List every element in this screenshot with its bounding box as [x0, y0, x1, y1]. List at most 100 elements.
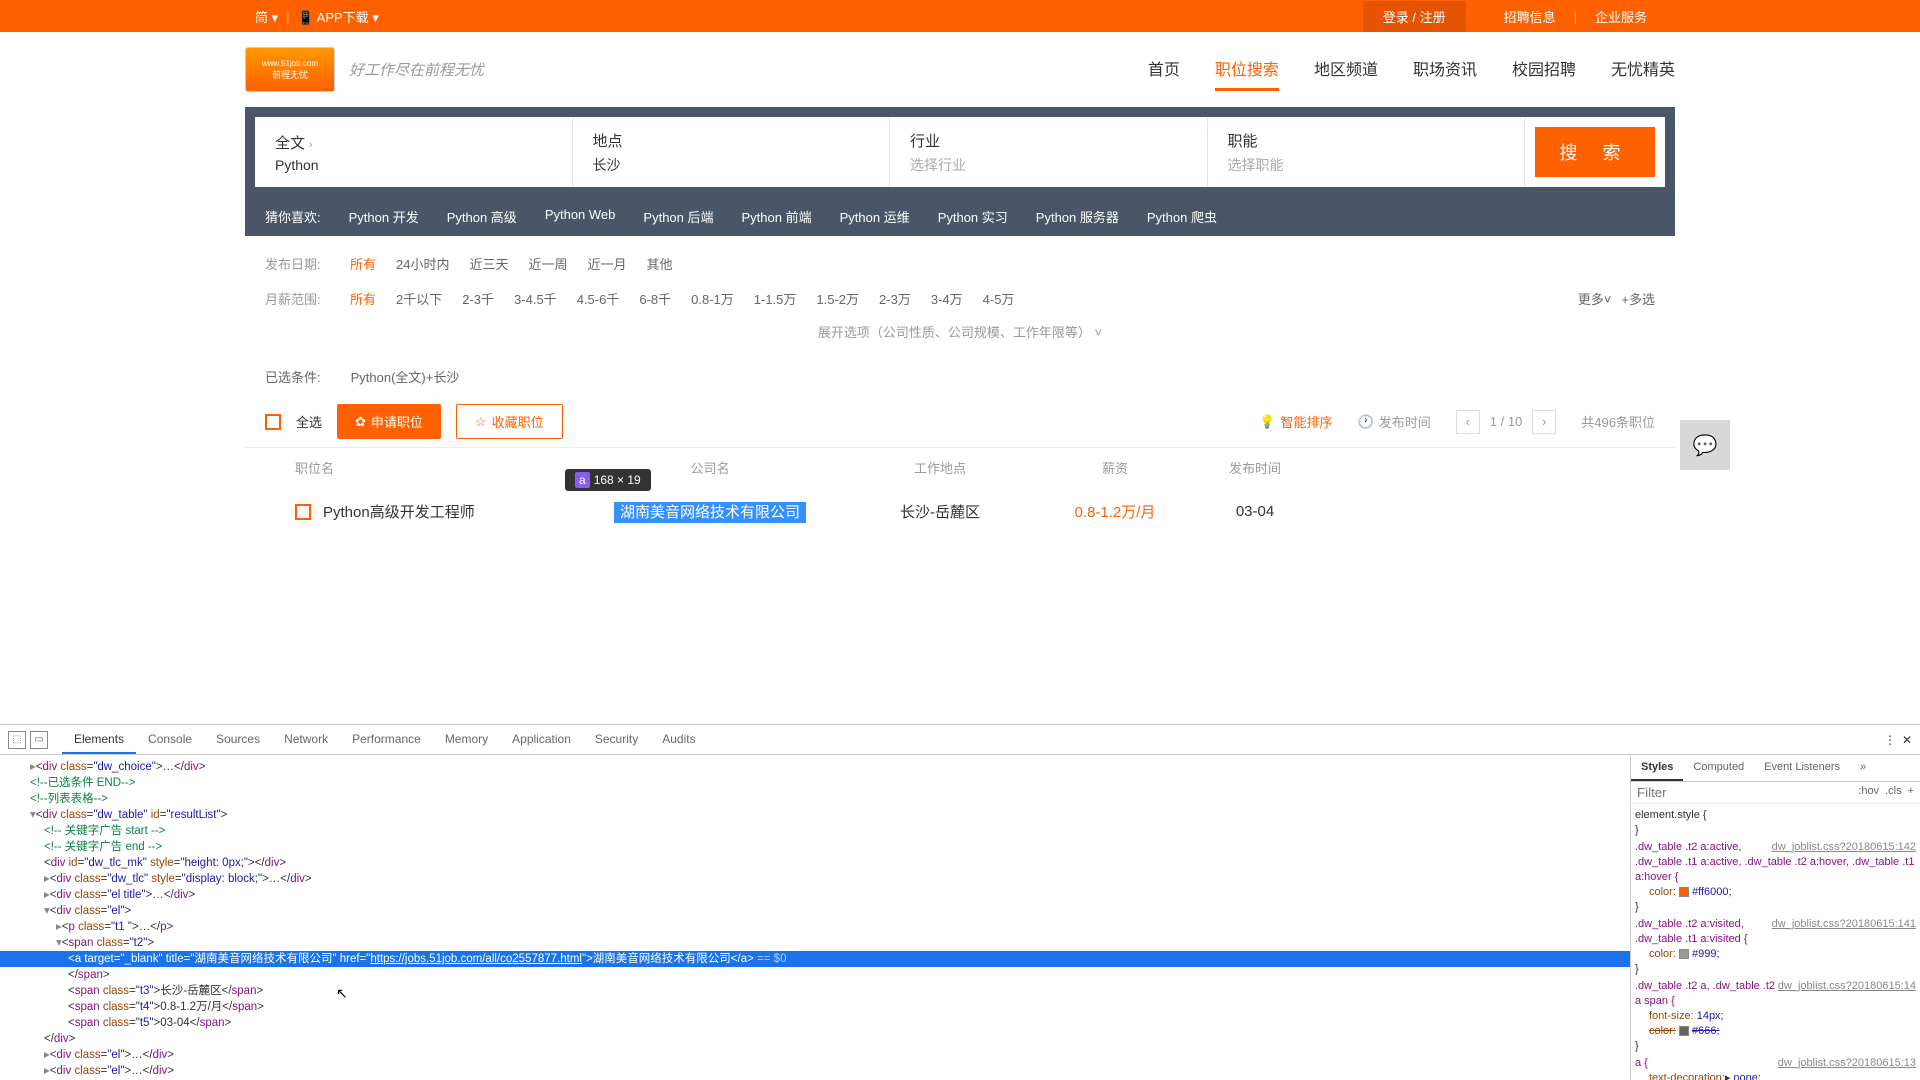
suggestion-link[interactable]: Python 后端	[643, 207, 713, 226]
stab-more-icon[interactable]: »	[1850, 755, 1876, 781]
multi-select-link[interactable]: +多选	[1621, 289, 1655, 308]
suggestion-link[interactable]: Python 高级	[447, 207, 517, 226]
bulb-icon: 💡	[1259, 414, 1275, 430]
nav-region[interactable]: 地区频道	[1314, 48, 1378, 91]
styles-sidebar: Styles Computed Event Listeners » :hov .…	[1630, 755, 1920, 1080]
prev-page-button[interactable]: ‹	[1456, 410, 1480, 434]
recruit-info-link[interactable]: 招聘信息	[1486, 7, 1574, 26]
tab-audits[interactable]: Audits	[650, 726, 707, 754]
devtools-close-icon[interactable]: ✕	[1902, 733, 1912, 747]
filter-input[interactable]	[1637, 785, 1852, 800]
field-placeholder: 选择行业	[910, 155, 1187, 175]
filter-more: 更多˅ +多选	[1578, 289, 1655, 308]
more-link[interactable]: 更多˅	[1578, 289, 1612, 308]
filter-option[interactable]: 3-4万	[931, 289, 963, 308]
tab-application[interactable]: Application	[500, 726, 583, 754]
filter-option[interactable]: 1-1.5万	[754, 289, 797, 308]
filter-option[interactable]: 0.8-1万	[691, 289, 734, 308]
next-page-button[interactable]: ›	[1532, 410, 1556, 434]
inspect-element-icon[interactable]: ⬚	[8, 731, 26, 749]
filter-option[interactable]: 2千以下	[396, 289, 442, 308]
devtools-inspect-tooltip: a168 × 19	[565, 469, 651, 491]
suggestion-link[interactable]: Python 服务器	[1036, 207, 1119, 226]
tab-elements[interactable]: Elements	[62, 726, 136, 754]
expand-options[interactable]: 展开选项（公司性质、公司规模、工作年限等） ˅	[245, 316, 1675, 347]
filter-option[interactable]: 3-4.5千	[514, 289, 557, 308]
search-field-function[interactable]: 职能 选择职能	[1208, 117, 1526, 187]
select-all-label: 全选	[296, 412, 322, 431]
nav-jobsearch[interactable]: 职位搜索	[1215, 48, 1279, 91]
suggestion-link[interactable]: Python 爬虫	[1147, 207, 1217, 226]
suggestions-label: 猜你喜欢:	[265, 207, 321, 226]
site-logo[interactable]: www.51job.com 前程无忧	[245, 47, 335, 92]
sort-smart[interactable]: 💡智能排序	[1259, 412, 1332, 431]
chat-button[interactable]: 💬	[1680, 420, 1730, 470]
add-rule-icon[interactable]: +	[1908, 785, 1914, 800]
main-nav: 首页 职位搜索 地区频道 职场资讯 校园招聘 无忧精英	[1148, 48, 1675, 91]
filter-option[interactable]: 24小时内	[396, 254, 449, 273]
filter-option[interactable]: 其他	[647, 254, 673, 273]
filter-option[interactable]: 2-3千	[462, 289, 494, 308]
filter-option[interactable]: 近一周	[529, 254, 568, 273]
tab-console[interactable]: Console	[136, 726, 204, 754]
nav-news[interactable]: 职场资讯	[1413, 48, 1477, 91]
tab-sources[interactable]: Sources	[204, 726, 272, 754]
row-checkbox[interactable]	[295, 504, 311, 520]
stab-events[interactable]: Event Listeners	[1754, 755, 1850, 781]
sort-options: 💡智能排序 🕐发布时间 ‹ 1 / 10 › 共496条职位	[1259, 410, 1655, 434]
filter-option[interactable]: 所有	[350, 254, 376, 273]
cell-company: a168 × 19 湖南美音网络技术有限公司	[565, 501, 855, 522]
styles-pane[interactable]: element.style {} dw_joblist.css?20180615…	[1631, 804, 1920, 1080]
job-link[interactable]: Python高级开发工程师	[323, 501, 475, 522]
nav-home[interactable]: 首页	[1148, 48, 1180, 91]
search-field-fulltext[interactable]: 全文› Python	[255, 117, 573, 187]
filter-option[interactable]: 2-3万	[879, 289, 911, 308]
stab-computed[interactable]: Computed	[1683, 755, 1754, 781]
elements-tree[interactable]: ▸<div class="dw_choice">…</div> <!--已选条件…	[0, 755, 1630, 1080]
apply-button[interactable]: ✿申请职位	[337, 404, 441, 439]
enterprise-link[interactable]: 企业服务	[1577, 7, 1665, 26]
search-wrapper: 全文› Python 地点 长沙 行业 选择行业 职能 选择职能 搜 索	[245, 107, 1675, 197]
filter-option[interactable]: 近一月	[588, 254, 627, 273]
total-count: 共496条职位	[1581, 412, 1655, 431]
suggestion-link[interactable]: Python 前端	[742, 207, 812, 226]
search-button[interactable]: 搜 索	[1535, 127, 1655, 177]
filter-option[interactable]: 4-5万	[983, 289, 1015, 308]
search-field-location[interactable]: 地点 长沙	[573, 117, 891, 187]
filter-option[interactable]: 近三天	[469, 254, 508, 273]
tab-security[interactable]: Security	[583, 726, 650, 754]
tab-performance[interactable]: Performance	[340, 726, 433, 754]
suggestion-link[interactable]: Python 实习	[938, 207, 1008, 226]
device-toggle-icon[interactable]: ▭	[30, 731, 48, 749]
nav-campus[interactable]: 校园招聘	[1512, 48, 1576, 91]
suggestions-bar: 猜你喜欢: Python 开发 Python 高级 Python Web Pyt…	[245, 197, 1675, 236]
lang-selector[interactable]: 简 ▾	[255, 7, 278, 26]
cell-salary: 0.8-1.2万/月	[1025, 501, 1205, 522]
suggestion-link[interactable]: Python 运维	[840, 207, 910, 226]
hov-toggle[interactable]: :hov	[1858, 785, 1879, 800]
suggestion-link[interactable]: Python 开发	[349, 207, 419, 226]
filter-option[interactable]: 6-8千	[639, 289, 671, 308]
login-register-button[interactable]: 登录 / 注册	[1363, 1, 1466, 32]
nav-elite[interactable]: 无忧精英	[1611, 48, 1675, 91]
chevron-down-icon: ˅	[1604, 292, 1612, 307]
search-field-industry[interactable]: 行业 选择行业	[890, 117, 1208, 187]
filter-option[interactable]: 所有	[350, 289, 376, 308]
filter-option[interactable]: 4.5-6千	[577, 289, 620, 308]
select-all-checkbox[interactable]	[265, 414, 281, 430]
filters-panel: 发布日期: 所有 24小时内 近三天 近一周 近一月 其他 月薪范围: 所有 2…	[245, 236, 1675, 357]
stab-styles[interactable]: Styles	[1631, 755, 1683, 781]
favorite-button[interactable]: ☆收藏职位	[456, 404, 563, 439]
tab-memory[interactable]: Memory	[433, 726, 500, 754]
devtools-toolbar: ⬚ ▭ Elements Console Sources Network Per…	[0, 725, 1920, 755]
app-download-link[interactable]: 📱 APP下载 ▾	[298, 7, 379, 26]
filter-option[interactable]: 1.5-2万	[816, 289, 859, 308]
company-link[interactable]: 湖南美音网络技术有限公司	[614, 502, 806, 523]
field-label: 行业	[910, 130, 1187, 151]
cls-toggle[interactable]: .cls	[1885, 785, 1902, 800]
devtools-more-icon[interactable]: ⋮	[1884, 733, 1896, 747]
tab-network[interactable]: Network	[272, 726, 340, 754]
selected-dom-node[interactable]: <a target="_blank" title="湖南美音网络技术有限公司" …	[0, 951, 1630, 967]
suggestion-link[interactable]: Python Web	[545, 207, 616, 226]
sort-time[interactable]: 🕐发布时间	[1358, 412, 1431, 431]
